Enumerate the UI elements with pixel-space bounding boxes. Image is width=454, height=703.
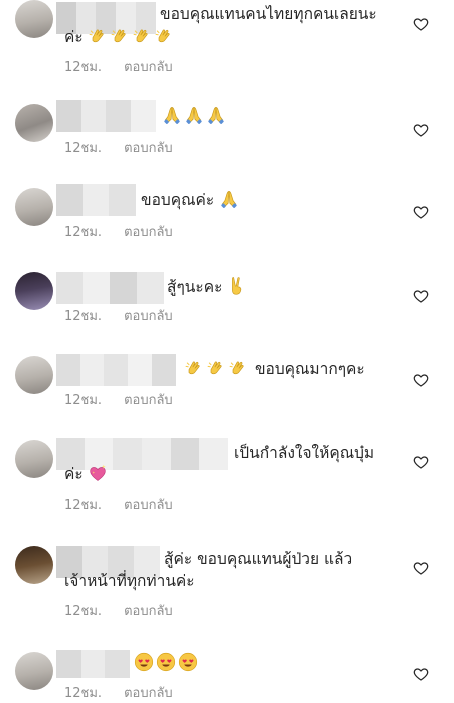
- avatar[interactable]: [15, 104, 53, 142]
- comment-text: ขอบคุณแทนคนไทยทุกคนเลยนะ: [160, 3, 377, 25]
- heart-icon[interactable]: [413, 16, 429, 32]
- reply-button[interactable]: ตอบกลับ: [124, 393, 173, 408]
- comment-text: สู้ค่ะ ขอบคุณแทนผู้ป่วย แล้ว: [164, 548, 352, 570]
- avatar[interactable]: [15, 0, 53, 38]
- avatar[interactable]: [15, 272, 53, 310]
- reply-button[interactable]: ตอบกลับ: [124, 498, 173, 513]
- heart-eyes-face-icon: [134, 654, 200, 672]
- comment-text: ขอบคุณมากๆคะ: [184, 358, 365, 380]
- comment-text-line-2: ค่ะ: [64, 463, 110, 485]
- blurred-username[interactable]: [56, 100, 156, 132]
- timestamp: 12ชม.: [64, 60, 102, 75]
- heart-icon[interactable]: [413, 454, 429, 470]
- timestamp: 12ชม.: [64, 393, 102, 408]
- heart-icon[interactable]: [413, 372, 429, 388]
- heart-icon[interactable]: [413, 204, 429, 220]
- reply-button[interactable]: ตอบกลับ: [124, 309, 173, 324]
- timestamp: 12ชม.: [64, 686, 102, 701]
- timestamp: 12ชม.: [64, 141, 102, 156]
- sparkling-heart-icon: [88, 465, 110, 483]
- avatar[interactable]: [15, 356, 53, 394]
- clapping-hands-icon: [184, 360, 250, 378]
- timestamp: 12ชม.: [64, 225, 102, 240]
- comment-meta: 12ชม. ตอบกลับ: [64, 682, 173, 703]
- comment-meta: 12ชม. ตอบกลับ: [64, 221, 173, 242]
- heart-icon[interactable]: [413, 666, 429, 682]
- blurred-username[interactable]: [56, 354, 176, 386]
- blurred-username[interactable]: [56, 184, 136, 216]
- heart-icon[interactable]: [413, 560, 429, 576]
- comment-text: เป็นกำลังใจให้คุณบุ๋ม: [234, 442, 374, 464]
- folded-hands-icon: [219, 191, 241, 209]
- timestamp: 12ชม.: [64, 604, 102, 619]
- comment-text-line-2: เจ้าหน้าที่ทุกท่านค่ะ: [64, 570, 195, 592]
- blurred-username[interactable]: [56, 272, 164, 304]
- avatar[interactable]: [15, 652, 53, 690]
- clapping-hands-icon: [88, 28, 176, 46]
- comment-text: ขอบคุณค่ะ: [141, 189, 241, 211]
- reply-button[interactable]: ตอบกลับ: [124, 604, 173, 619]
- comment-text: [162, 105, 228, 127]
- reply-button[interactable]: ตอบกลับ: [124, 225, 173, 240]
- comment-meta: 12ชม. ตอบกลับ: [64, 137, 173, 158]
- blurred-username[interactable]: [56, 650, 130, 678]
- timestamp: 12ชม.: [64, 498, 102, 513]
- comment-meta: 12ชม. ตอบกลับ: [64, 494, 173, 515]
- comment-meta: 12ชม. ตอบกลับ: [64, 56, 173, 77]
- heart-icon[interactable]: [413, 288, 429, 304]
- comment-meta: 12ชม. ตอบกลับ: [64, 600, 173, 621]
- comment-text: สู้ๆนะคะ: [167, 276, 249, 298]
- reply-button[interactable]: ตอบกลับ: [124, 60, 173, 75]
- comment-meta: 12ชม. ตอบกลับ: [64, 389, 173, 410]
- comment-text: [134, 652, 200, 674]
- reply-button[interactable]: ตอบกลับ: [124, 141, 173, 156]
- avatar[interactable]: [15, 440, 53, 478]
- heart-icon[interactable]: [413, 122, 429, 138]
- comment-text-line-2: ค่ะ: [64, 26, 176, 48]
- timestamp: 12ชม.: [64, 309, 102, 324]
- folded-hands-icon: [162, 107, 228, 125]
- comment-meta: 12ชม. ตอบกลับ: [64, 305, 173, 326]
- victory-hand-icon: [227, 278, 249, 296]
- reply-button[interactable]: ตอบกลับ: [124, 686, 173, 701]
- avatar[interactable]: [15, 188, 53, 226]
- avatar[interactable]: [15, 546, 53, 584]
